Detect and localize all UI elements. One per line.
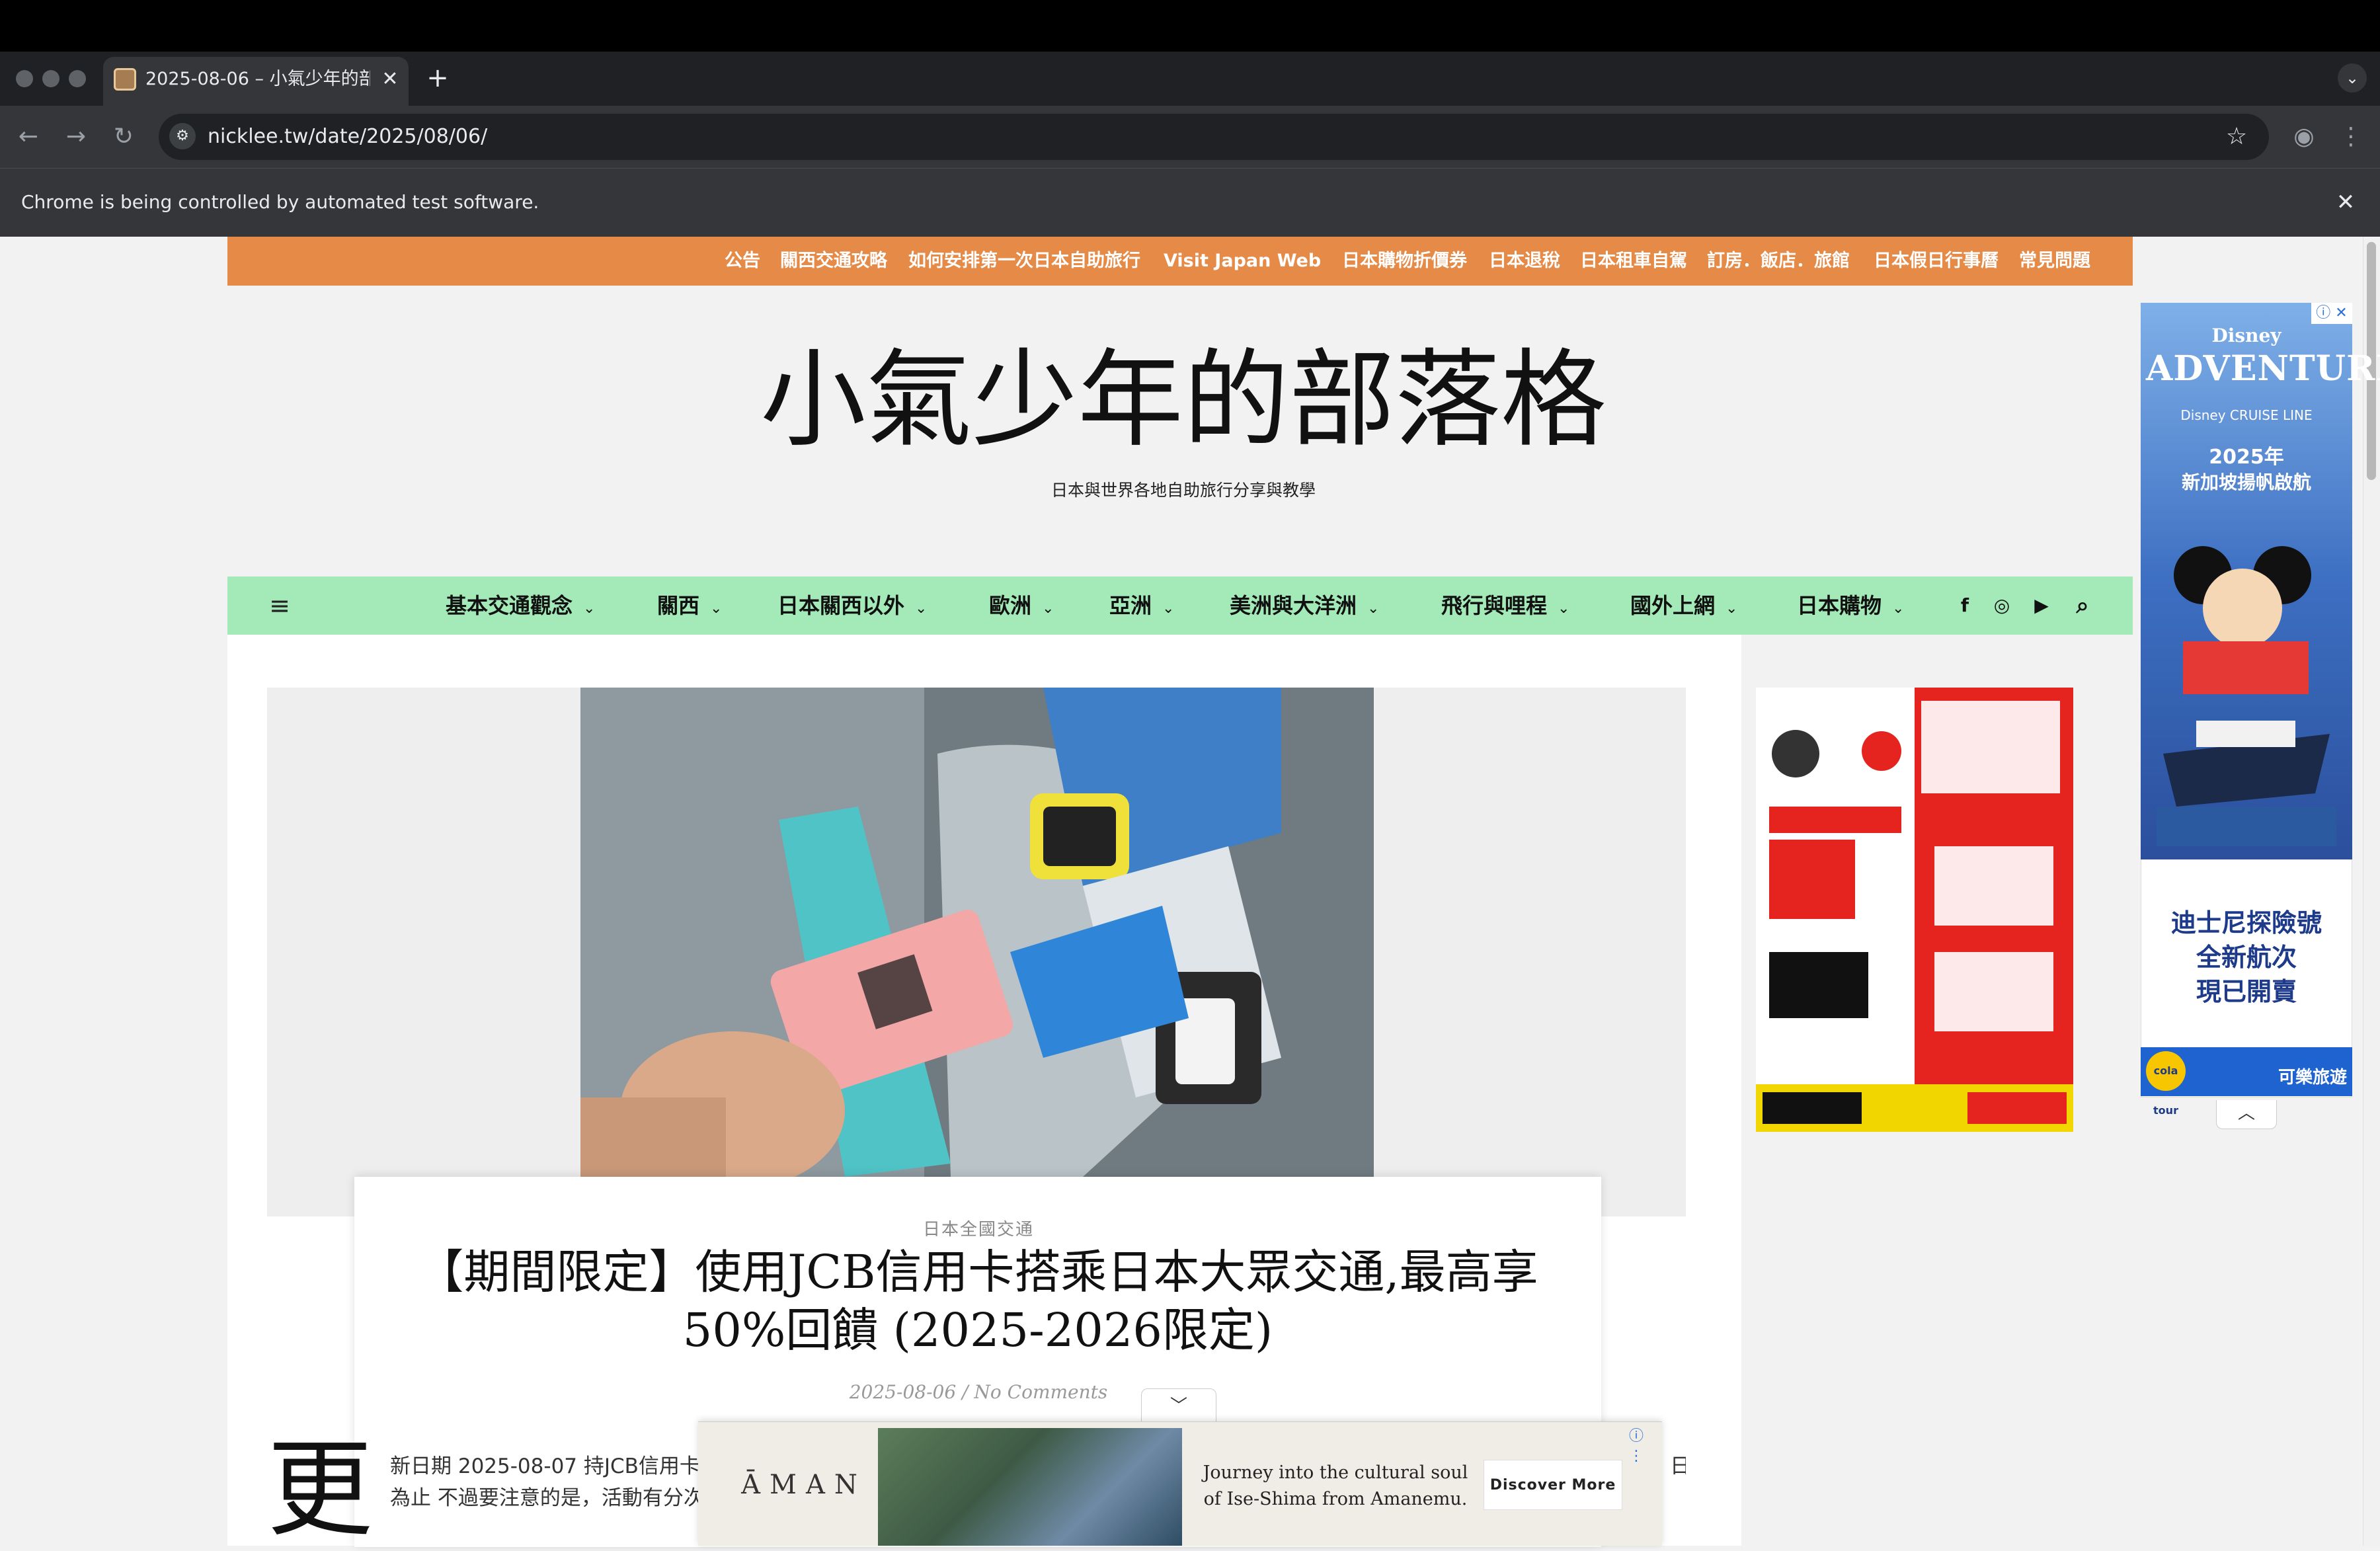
chevron-down-icon: ⌄: [1558, 600, 1570, 617]
os-top-bar: [0, 0, 2380, 52]
main-nav-item[interactable]: 美洲與大洋洲 ⌄: [1230, 590, 1379, 621]
chevron-down-icon: ⌄: [583, 600, 596, 617]
search-icon[interactable]: ⌕: [2069, 591, 2096, 620]
excerpt-text: 新日期 2025-08-07 持JCB信用卡: [390, 1454, 700, 1478]
chevron-down-icon: ⌄: [915, 600, 928, 617]
main-nav-label: 國外上網: [1630, 593, 1716, 618]
facebook-icon[interactable]: f: [1952, 591, 1978, 620]
infobar-close-icon[interactable]: ✕: [2331, 188, 2360, 217]
main-nav-item[interactable]: 歐洲 ⌄: [989, 590, 1054, 621]
top-menu-item[interactable]: 日本退稅: [1489, 245, 1560, 278]
top-menu-item[interactable]: 公告: [725, 245, 760, 278]
featured-image[interactable]: [580, 688, 1374, 1177]
meta-separator: /: [962, 1381, 969, 1403]
main-nav-item[interactable]: 關西 ⌄: [657, 590, 722, 621]
main-nav-label: 日本購物: [1797, 593, 1882, 618]
bookmark-star-icon[interactable]: ☆: [2221, 122, 2252, 152]
tab-title: 2025-08-06 – 小氣少年的部落: [145, 69, 370, 89]
instagram-icon[interactable]: ◎: [1989, 591, 2015, 620]
sky-ad-subtitle: 新加坡揚帆啟航: [2181, 471, 2311, 493]
window-zoom-dot[interactable]: [69, 70, 86, 87]
sky-ad-year: 2025年: [2209, 446, 2284, 469]
main-nav-item[interactable]: 亞洲 ⌄: [1109, 590, 1174, 621]
chevron-up-icon[interactable]: ︿: [2216, 1100, 2277, 1129]
sky-ad-brand-top: Disney: [2211, 325, 2281, 346]
main-nav-label: 基本交通觀念: [446, 593, 573, 618]
main-nav-label: 關西: [657, 593, 700, 618]
top-menu-item[interactable]: 日本租車自駕: [1580, 245, 1687, 278]
ad-choices-close-icon[interactable]: ⓘ ✕: [2311, 303, 2352, 324]
kebab-menu-icon[interactable]: ⋮: [2338, 122, 2364, 152]
tab-search-chevron-icon[interactable]: ⌄: [2338, 63, 2367, 93]
top-menu-item[interactable]: 如何安排第一次日本自助旅行: [908, 245, 1140, 278]
main-nav-label: 美洲與大洋洲: [1230, 593, 1357, 618]
main-nav-item[interactable]: 飛行與哩程 ⌄: [1441, 590, 1569, 621]
top-menu-item[interactable]: 日本假日行事曆: [1874, 245, 1999, 278]
forward-arrow-icon[interactable]: →: [61, 122, 91, 152]
new-tab-button[interactable]: +: [423, 63, 452, 93]
sidebar-ad[interactable]: [1756, 688, 2073, 1132]
url-text[interactable]: nicklee.tw/date/2025/08/06/: [208, 123, 2125, 151]
cola-tour-logo: cola tour: [2146, 1051, 2186, 1117]
comments-link[interactable]: No Comments: [974, 1381, 1107, 1403]
anchor-ad-copy: Journey into the cultural soul of Ise-Sh…: [1203, 1462, 1468, 1509]
anchor-ad-photo: [878, 1428, 1182, 1546]
window-close-dot[interactable]: [16, 70, 33, 87]
chevron-down-icon: ⌄: [1367, 600, 1380, 617]
article-title[interactable]: 【期間限定】使用JCB信用卡搭乘日本大眾交通,最高享50%回饋 (2025-20…: [394, 1243, 1562, 1362]
chevron-down-icon[interactable]: ﹀: [1141, 1388, 1216, 1423]
sky-ad-illustration: [2157, 516, 2336, 846]
sky-ad-copy: 迪士尼探險號 全新航次 現已開賣: [2170, 908, 2322, 1006]
youtube-icon[interactable]: ▶: [2028, 591, 2055, 620]
main-nav-item[interactable]: 日本關西以外 ⌄: [777, 590, 927, 621]
profile-icon[interactable]: ◉: [2289, 122, 2319, 152]
top-menu-item[interactable]: Visit Japan Web: [1164, 245, 1321, 278]
main-nav-label: 歐洲: [989, 593, 1032, 618]
reload-icon[interactable]: ↻: [108, 122, 139, 152]
main-nav-label: 日本關西以外: [777, 593, 905, 618]
back-arrow-icon[interactable]: ←: [13, 122, 44, 152]
article-date: 2025-08-06: [849, 1381, 957, 1403]
main-nav-label: 飛行與哩程: [1441, 593, 1548, 618]
sky-ad-brand-main: ADVENTURE: [2146, 348, 2380, 389]
main-nav-item[interactable]: 國外上網 ⌄: [1630, 590, 1737, 621]
chevron-down-icon: ⌄: [1162, 600, 1175, 617]
top-menu-item[interactable]: 日本購物折價券: [1342, 245, 1467, 278]
site-tagline: 日本與世界各地自助旅行分享與教學: [1051, 481, 1316, 500]
site-info-icon[interactable]: ⚙: [169, 123, 196, 149]
biccamera-ad-art: [1756, 688, 2073, 1132]
top-menu-item[interactable]: 常見問題: [2019, 245, 2090, 278]
window-minimize-dot[interactable]: [42, 70, 60, 87]
site-title[interactable]: 小氣少年的部落格: [595, 331, 1772, 469]
article-meta: 2025-08-06 / No Comments: [793, 1379, 1164, 1406]
infobar-message: Chrome is being controlled by automated …: [21, 191, 539, 213]
chevron-down-icon: ⌄: [1892, 600, 1905, 617]
chevron-down-icon: ⌄: [1042, 600, 1054, 617]
favicon-icon: [114, 68, 136, 91]
chevron-down-icon: ⌄: [710, 600, 723, 617]
top-menu-item[interactable]: 訂房．飯店．旅館: [1707, 245, 1850, 278]
chevron-down-icon: ⌄: [1726, 600, 1738, 617]
sky-ad-footer-text: 可樂旅遊: [2278, 1068, 2347, 1088]
sky-ad-brand: Disney ADVENTURE: [2146, 324, 2380, 403]
article-category[interactable]: 日本全國交通: [793, 1216, 1164, 1243]
discover-more-button[interactable]: Discover More: [1484, 1460, 1622, 1510]
aman-logo: ĀMAN: [741, 1470, 867, 1500]
excerpt-text-end: 日: [1670, 1454, 1686, 1478]
ticket-gate-photo: [580, 688, 1374, 1177]
dropcap: 更: [267, 1427, 374, 1551]
main-nav-item[interactable]: 日本購物 ⌄: [1797, 590, 1904, 621]
main-nav-label: 亞洲: [1109, 593, 1152, 618]
tab-close-icon[interactable]: ✕: [377, 65, 403, 94]
sky-ad-brand-sub: Disney CRUISE LINE: [2180, 407, 2313, 423]
main-nav-item[interactable]: 基本交通觀念 ⌄: [446, 590, 595, 621]
ad-info-icon[interactable]: ⓘ ⋮: [1620, 1427, 1653, 1464]
top-menu-item[interactable]: 關西交通攻略: [780, 245, 887, 278]
hamburger-menu-icon[interactable]: ≡: [264, 591, 295, 620]
